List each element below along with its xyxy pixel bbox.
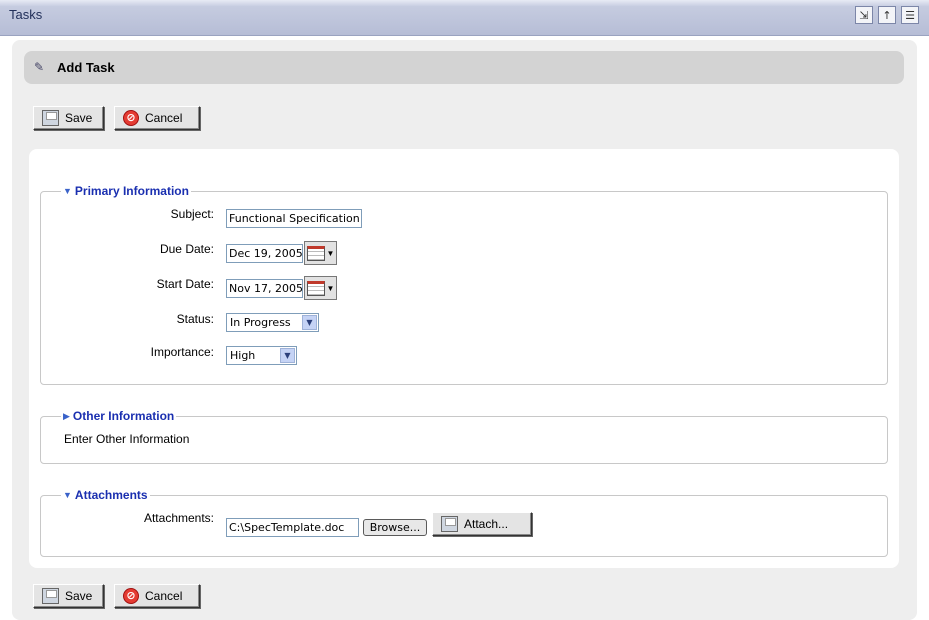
subject-label: Subject: [170,207,214,221]
save-label: Save [65,111,93,125]
calendar-icon [306,245,325,261]
attach-icon [441,516,458,532]
other-information-group: ▶ Other Information Enter Other Informat… [40,409,888,464]
other-information-title: Other Information [72,409,175,423]
due-date-field[interactable]: Dec 19, 2005 [226,244,303,263]
cancel-button-bottom[interactable]: ⊘ Cancel [114,584,200,608]
dropdown-arrow-icon: ▼ [326,248,335,258]
status-label: Status: [176,312,214,326]
cancel-icon: ⊘ [123,110,139,126]
collapse-triangle-icon: ▼ [63,186,72,196]
export-icon[interactable]: ⇲ [855,6,873,24]
importance-select[interactable]: High ▼ [226,346,297,365]
window-titlebar: Tasks ⇲ ↑ ☰ [0,0,929,36]
window-title: Tasks [9,7,43,22]
subject-field[interactable]: Functional Specification [226,209,362,228]
titlebar-edge [0,0,929,6]
attachments-label: Attachments: [143,511,214,525]
list-icon[interactable]: ☰ [901,6,919,24]
expand-triangle-icon: ▶ [63,410,70,421]
other-information-text: Enter Other Information [64,432,190,446]
page-header: ✎ Add Task [24,51,904,84]
save-button-top[interactable]: Save [33,106,104,130]
chevron-down-icon: ▼ [302,315,317,330]
collapse-triangle-icon: ▼ [63,490,72,500]
start-date-calendar-button[interactable]: ▼ [304,276,337,300]
primary-information-legend[interactable]: ▼ Primary Information [61,184,191,198]
attach-label: Attach... [464,517,509,531]
save-icon [42,588,59,604]
cancel-label: Cancel [145,111,183,125]
form-panel: ▼ Primary Information Subject: Functiona… [29,149,899,568]
primary-information-title: Primary Information [74,184,189,198]
start-date-label: Start Date: [156,277,214,291]
cancel-button-top[interactable]: ⊘ Cancel [114,106,200,130]
title-icons: ⇲ ↑ ☰ [855,6,919,24]
due-date-label: Due Date: [159,242,214,256]
status-select[interactable]: In Progress ▼ [226,313,319,332]
save-button-bottom[interactable]: Save [33,584,104,608]
importance-value: High [230,349,256,362]
start-date-field[interactable]: Nov 17, 2005 [226,279,303,298]
dropdown-arrow-icon: ▼ [326,283,335,293]
cancel-label: Cancel [145,589,183,603]
attach-button[interactable]: Attach... [432,512,532,536]
attachments-title: Attachments [74,488,148,502]
cancel-icon: ⊘ [123,588,139,604]
status-value: In Progress [230,316,291,329]
other-information-legend[interactable]: ▶ Other Information [61,409,177,423]
calendar-icon [306,280,325,296]
save-icon [42,110,59,126]
importance-label: Importance: [150,345,214,359]
browse-button[interactable]: Browse... [363,519,427,536]
chevron-down-icon: ▼ [280,348,295,363]
attachment-file-field[interactable]: C:\SpecTemplate.doc [226,518,359,537]
attachments-legend[interactable]: ▼ Attachments [61,488,150,502]
save-label: Save [65,589,93,603]
page-title: Add Task [57,60,115,75]
up-arrow-icon[interactable]: ↑ [878,6,896,24]
due-date-calendar-button[interactable]: ▼ [304,241,337,265]
edit-task-icon: ✎ [34,60,45,74]
